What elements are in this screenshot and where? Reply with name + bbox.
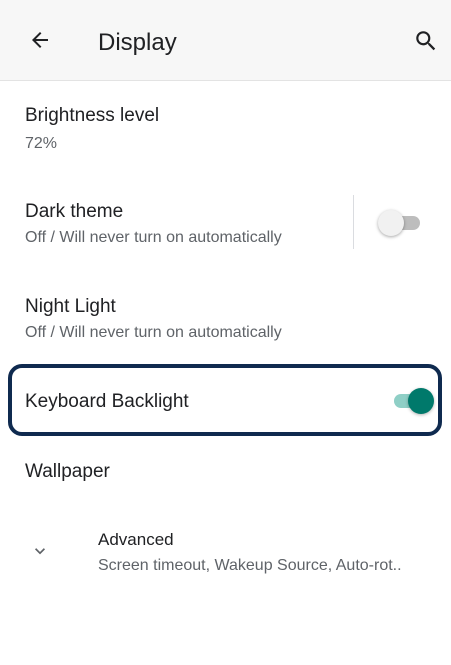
dark-theme-switch[interactable] bbox=[378, 210, 422, 236]
advanced-item[interactable]: Advanced Screen timeout, Wakeup Source, … bbox=[0, 512, 451, 596]
wallpaper-item[interactable]: Wallpaper bbox=[0, 440, 451, 504]
dark-theme-title: Dark theme bbox=[25, 201, 124, 222]
focus-highlight-frame bbox=[8, 364, 442, 436]
page-title: Display bbox=[98, 29, 177, 56]
night-light-item[interactable]: Night Light Off / Will never turn on aut… bbox=[0, 276, 451, 360]
brightness-level-title: Brightness level bbox=[25, 105, 160, 126]
brightness-level-item[interactable]: Brightness level 72% bbox=[0, 90, 451, 176]
vertical-divider bbox=[353, 195, 354, 249]
dark-theme-summary: Off / Will never turn on automatically bbox=[25, 229, 282, 246]
arrow-back-icon[interactable] bbox=[28, 28, 52, 52]
night-light-summary: Off / Will never turn on automatically bbox=[25, 324, 282, 341]
switch-thumb bbox=[378, 210, 404, 236]
search-icon[interactable] bbox=[413, 28, 439, 54]
advanced-title: Advanced bbox=[98, 530, 174, 549]
brightness-level-summary: 72% bbox=[25, 135, 58, 152]
chevron-down-icon bbox=[35, 548, 45, 555]
wallpaper-title: Wallpaper bbox=[25, 461, 110, 482]
app-bar: Display bbox=[0, 0, 451, 81]
advanced-summary: Screen timeout, Wakeup Source, Auto-rot.… bbox=[98, 557, 402, 574]
night-light-title: Night Light bbox=[25, 296, 116, 317]
